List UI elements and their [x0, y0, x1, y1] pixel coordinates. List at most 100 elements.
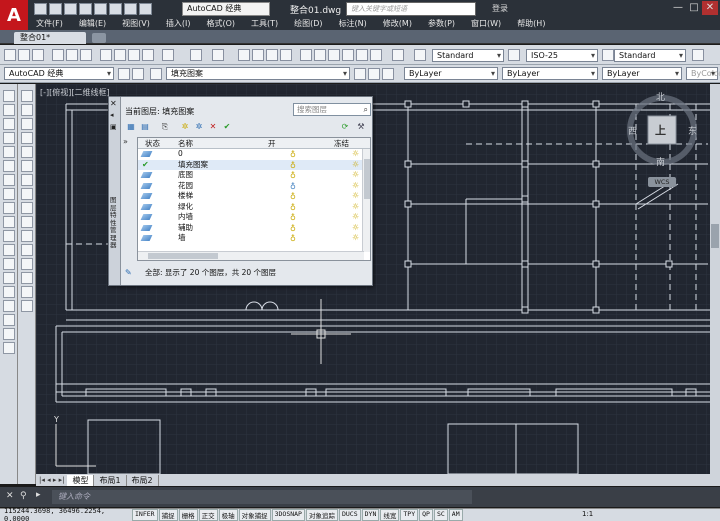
copy-icon[interactable] — [114, 49, 126, 61]
layer-on-bulb-icon[interactable]: ♁ — [290, 203, 296, 212]
rectangle-icon[interactable] — [3, 146, 15, 158]
mirror-icon[interactable] — [21, 118, 33, 130]
color-select[interactable]: ByLayer — [404, 67, 498, 80]
layer-row[interactable]: 花园 ♁ ☼ — [138, 181, 364, 192]
new-group-filter-icon[interactable]: ▤ — [139, 121, 151, 132]
fillet-icon[interactable] — [21, 286, 33, 298]
new-tab-icon[interactable] — [92, 33, 106, 43]
layer-row[interactable]: 内墙 ♁ ☼ — [138, 212, 364, 223]
menu-insert[interactable]: 插入(I) — [158, 18, 199, 30]
status-toggle[interactable]: AM — [448, 509, 463, 521]
scale-icon[interactable] — [21, 188, 33, 200]
layer-row[interactable]: 墙 ♁ ☼ — [138, 233, 364, 244]
filter-tree-collapse-icon[interactable]: » — [123, 137, 137, 147]
layer-on-bulb-icon[interactable]: ♁ — [290, 234, 296, 243]
ellipse-icon[interactable] — [3, 216, 15, 228]
erase-icon[interactable] — [21, 90, 33, 102]
layer-on-bulb-icon[interactable]: ♁ — [290, 213, 296, 222]
layer-list-vscroll[interactable] — [362, 149, 370, 252]
menu-file[interactable]: 文件(F) — [28, 18, 71, 30]
layer-previous-icon[interactable] — [368, 68, 380, 80]
layer-select[interactable]: 填充图案 — [166, 67, 350, 80]
status-toggle[interactable]: 捕捉 — [158, 509, 178, 521]
status-toggle[interactable]: 对象追踪 — [305, 509, 338, 521]
status-toggle[interactable]: SC — [433, 509, 448, 521]
layer-row[interactable]: 楼梯 ♁ ☼ — [138, 191, 364, 202]
text-style-icon[interactable] — [414, 49, 426, 61]
column-status[interactable]: 状态 — [145, 138, 160, 149]
layer-row[interactable]: ✔ 填充图案 ♁ ☼ — [138, 159, 364, 170]
status-toggle[interactable]: TPY — [400, 509, 419, 521]
layer-row[interactable]: 底图 ♁ ☼ — [138, 170, 364, 181]
column-on[interactable]: 开 — [268, 138, 276, 149]
open-icon[interactable] — [18, 49, 30, 61]
tab-layout1[interactable]: 布局1 — [94, 474, 127, 486]
status-toggle[interactable]: DYN — [361, 509, 380, 521]
status-toggle[interactable]: 对象捕捉 — [238, 509, 271, 521]
layer-on-bulb-icon[interactable]: ♁ — [290, 150, 296, 159]
menu-edit[interactable]: 编辑(E) — [71, 18, 114, 30]
menu-parametric[interactable]: 参数(P) — [420, 18, 463, 30]
status-toggle[interactable]: DUCS — [338, 509, 361, 521]
table-icon[interactable] — [3, 328, 15, 340]
status-toggle[interactable]: INFER — [132, 509, 158, 521]
layer-search-input[interactable]: 搜索图层 ⌕ — [293, 103, 371, 116]
workspace-dropdown-icon[interactable] — [132, 68, 144, 80]
design-center-icon[interactable] — [314, 49, 326, 61]
viewcube-north[interactable]: 北 — [656, 90, 665, 103]
login-link[interactable]: 登录 — [492, 3, 508, 14]
layer-row[interactable]: 辅助 ♁ ☼ — [138, 223, 364, 234]
layer-on-bulb-icon[interactable]: ♁ — [290, 182, 296, 191]
line-icon[interactable] — [3, 90, 15, 102]
new-layer-icon[interactable]: ✲ — [179, 121, 191, 132]
menu-view[interactable]: 视图(V) — [114, 18, 158, 30]
palette-title-strip[interactable]: ✕ ◂ ▣ 图层特性管理器 — [109, 97, 121, 285]
maximize-icon[interactable]: □ — [686, 1, 702, 15]
tab-model[interactable]: 模型 — [67, 474, 95, 486]
command-input[interactable]: 键入命令 — [52, 490, 472, 504]
table-style-select[interactable]: Standard — [614, 49, 686, 62]
layer-on-bulb-icon[interactable]: ♁ — [290, 192, 296, 201]
menu-modify[interactable]: 修改(M) — [375, 18, 420, 30]
layer-list-vscroll-thumb[interactable] — [364, 159, 370, 199]
undo-icon[interactable] — [124, 3, 137, 15]
break-icon[interactable] — [21, 244, 33, 256]
extend-icon[interactable] — [21, 230, 33, 242]
status-toggle[interactable]: 线宽 — [380, 509, 400, 521]
plot-icon[interactable] — [94, 3, 107, 15]
text-style-select[interactable]: Standard — [432, 49, 504, 62]
region-icon[interactable] — [3, 314, 15, 326]
layer-thaw-sun-icon[interactable]: ☼ — [352, 233, 359, 243]
layer-state-icon[interactable] — [382, 68, 394, 80]
explode-icon[interactable] — [21, 300, 33, 312]
viewport-controls[interactable]: [-][俯视][二维线框] — [40, 87, 110, 98]
save-icon[interactable] — [64, 3, 77, 15]
set-current-icon[interactable]: ✔ — [221, 121, 233, 132]
status-toggle[interactable]: 极轴 — [218, 509, 238, 521]
save-as-icon[interactable] — [79, 3, 92, 15]
palette-close-icon[interactable]: ✕ — [110, 99, 119, 108]
multileader-style-icon[interactable] — [692, 49, 704, 61]
tool-palettes-icon[interactable] — [328, 49, 340, 61]
status-toggle[interactable]: QP — [419, 509, 433, 521]
layer-list-hscroll[interactable] — [138, 251, 364, 260]
paste-icon[interactable] — [128, 49, 140, 61]
redo-icon[interactable] — [212, 49, 224, 61]
insert-block-icon[interactable] — [3, 244, 15, 256]
new-icon[interactable] — [34, 3, 47, 15]
point-icon[interactable] — [3, 272, 15, 284]
offset-icon[interactable] — [21, 132, 33, 144]
status-toggle[interactable]: 栅格 — [178, 509, 198, 521]
make-current-layer-icon[interactable] — [354, 68, 366, 80]
hatch-icon[interactable] — [3, 286, 15, 298]
status-toggle[interactable]: 3DOSNAP — [271, 509, 305, 521]
plot-icon[interactable] — [52, 49, 64, 61]
annotation-scale[interactable]: 1:1 — [582, 510, 593, 518]
close-icon[interactable]: ✕ — [702, 1, 718, 15]
tab-layout2[interactable]: 布局2 — [127, 474, 159, 486]
help-search-input[interactable]: 键入关键字或短语 — [346, 2, 476, 16]
autocad-app-button[interactable]: A — [0, 0, 28, 30]
layout-nav-arrows-icon[interactable]: |◂ ◂ ▸ ▸| — [36, 476, 67, 484]
layer-thaw-sun-icon[interactable]: ☼ — [352, 202, 359, 212]
publish-icon[interactable] — [80, 49, 92, 61]
